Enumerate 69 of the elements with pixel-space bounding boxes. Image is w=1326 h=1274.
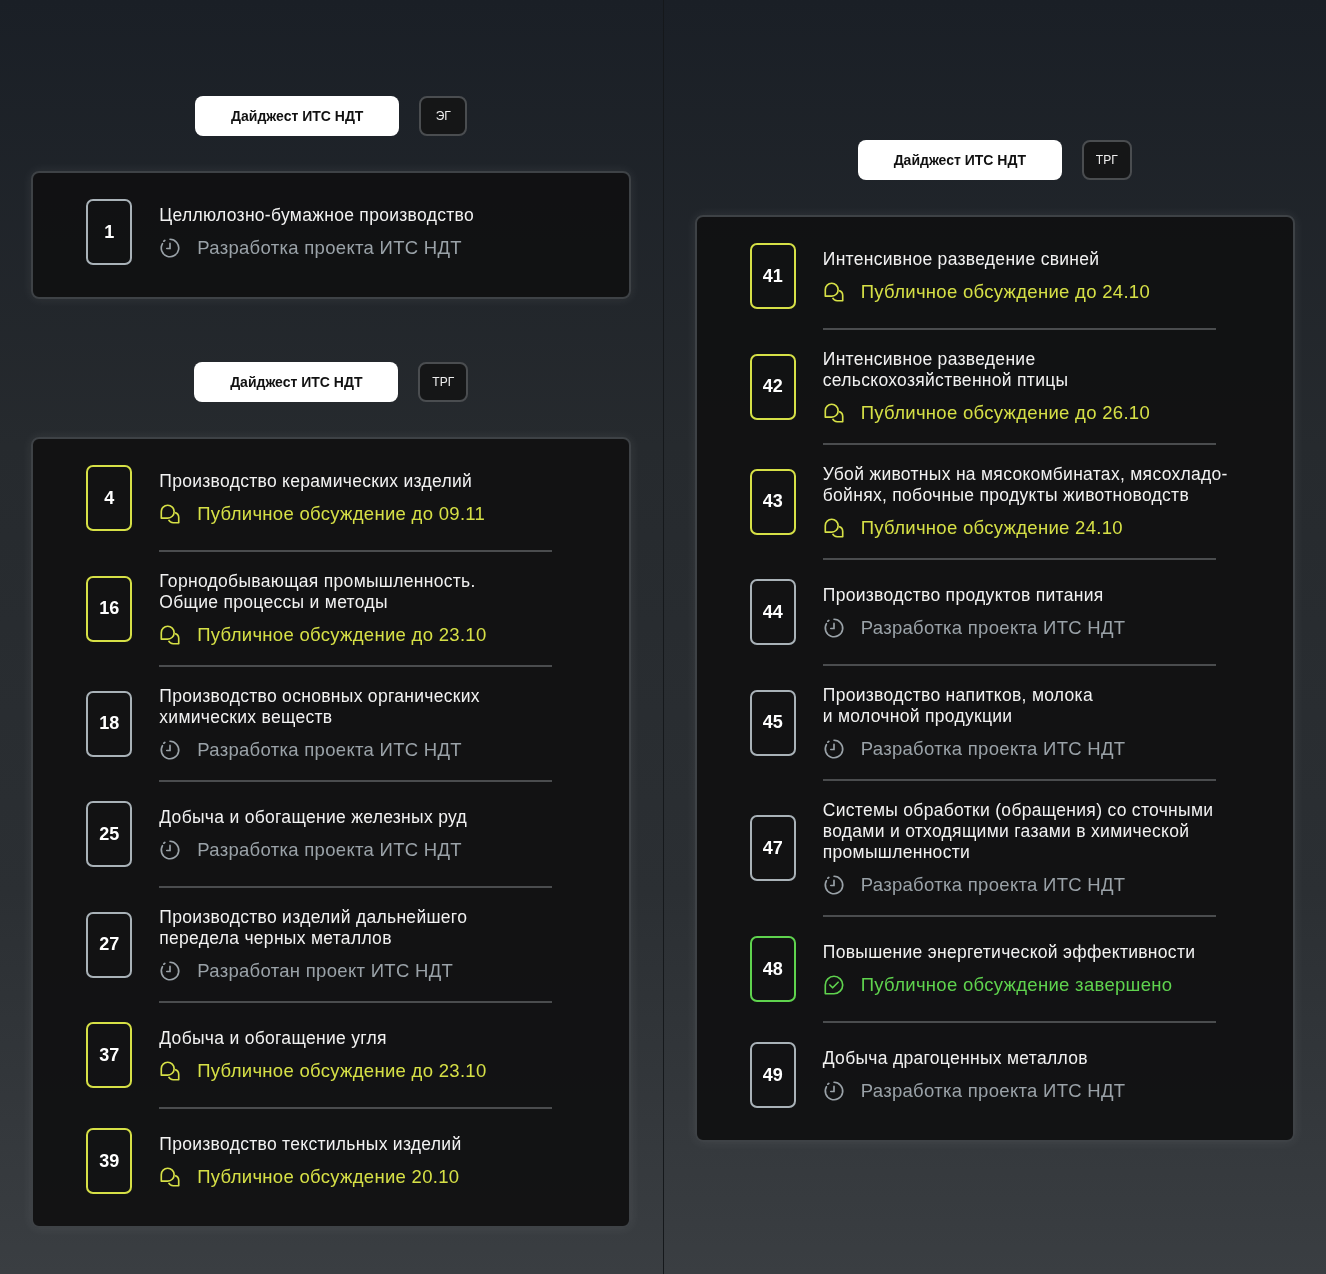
status-text: Публичное обсуждение до 26.10 bbox=[860, 402, 1150, 424]
item-title: Производство керамических изделий bbox=[159, 471, 474, 492]
number-badge: 45 bbox=[749, 689, 796, 756]
clock-icon bbox=[822, 874, 845, 896]
status-text: Разработка проекта ИТС НДТ bbox=[197, 237, 462, 259]
item-title: Добыча драгоценных металлов bbox=[822, 1048, 1089, 1069]
status-text: Разработка проекта ИТС НДТ bbox=[197, 839, 462, 861]
number-badge: 43 bbox=[749, 468, 796, 535]
digest-button[interactable]: Дайджест ИТС НДТ bbox=[195, 96, 400, 136]
status-text: Разработка проекта ИТС НДТ bbox=[197, 739, 462, 761]
clock-icon bbox=[822, 1080, 845, 1102]
chat-icon bbox=[822, 517, 845, 539]
item-title: Производство изделий дальнейшего передела черных металлов bbox=[159, 907, 468, 949]
clock-icon bbox=[159, 839, 182, 861]
status-text: Разработка проекта ИТС НДТ bbox=[860, 874, 1126, 896]
group-tag: ЭГ bbox=[419, 96, 468, 136]
chat-icon bbox=[822, 281, 845, 303]
status-text: Разработан проект ИТС НДТ bbox=[197, 960, 454, 982]
status-text: Публичное обсуждение до 23.10 bbox=[197, 1060, 487, 1082]
clock-icon bbox=[159, 739, 182, 761]
chat-icon bbox=[159, 624, 182, 646]
item-title: Добыча и обогащение угля bbox=[159, 1028, 388, 1049]
status-text: Публичное обсуждение завершено bbox=[860, 974, 1173, 996]
number-badge: 44 bbox=[749, 579, 796, 645]
number-badge: 49 bbox=[749, 1042, 796, 1108]
clock-icon bbox=[159, 237, 182, 259]
item-title: Убой животных на мясокомбинатах, мясохладо- бойнях, побочные продукты животноводств bbox=[822, 464, 1228, 506]
item-title: Добыча и обогащение железных руд bbox=[159, 807, 467, 828]
number-badge: 47 bbox=[749, 815, 796, 881]
status-text: Разработка проекта ИТС НДТ bbox=[860, 738, 1126, 760]
item-title: Целлюлозно-бумажное производство bbox=[159, 205, 474, 226]
item-title: Производство напитков, молока и молочной продукции bbox=[822, 685, 1094, 727]
number-badge: 42 bbox=[749, 353, 796, 420]
number-badge: 48 bbox=[749, 936, 796, 1002]
status-text: Публичное обсуждение 24.10 bbox=[860, 517, 1123, 539]
status-text: Публичное обсуждение до 24.10 bbox=[860, 281, 1150, 303]
number-badge: 39 bbox=[86, 1128, 133, 1194]
status-text: Публичное обсуждение 20.10 bbox=[197, 1166, 460, 1188]
chat-icon bbox=[159, 1166, 182, 1188]
group-tag: ТРГ bbox=[418, 362, 469, 402]
status-text: Разработка проекта ИТС НДТ bbox=[860, 617, 1126, 639]
item-title: Системы обработки (обращения) со сточными водами и отходящими газами в химической промышленности bbox=[822, 800, 1214, 863]
item-title: Интенсивное разведение сельскохозяйственной птицы bbox=[822, 349, 1070, 391]
number-badge: 37 bbox=[86, 1022, 133, 1088]
clock-icon bbox=[822, 738, 845, 760]
clock-icon bbox=[822, 617, 845, 639]
item-title: Производство продуктов питания bbox=[822, 585, 1105, 606]
chat-icon bbox=[159, 503, 182, 525]
item-title: Производство основных органических химических веществ bbox=[159, 686, 480, 728]
status-text: Публичное обсуждение до 09.11 bbox=[197, 503, 486, 525]
number-badge: 25 bbox=[86, 801, 133, 867]
number-badge: 27 bbox=[86, 911, 133, 978]
item-title: Повышение энергетической эффективности bbox=[822, 942, 1196, 963]
chat-icon bbox=[159, 1060, 182, 1082]
group-tag: ТРГ bbox=[1081, 140, 1132, 180]
clock-icon bbox=[159, 960, 182, 982]
number-badge: 1 bbox=[86, 199, 133, 265]
number-badge: 16 bbox=[86, 575, 133, 642]
digest-button[interactable]: Дайджест ИТС НДТ bbox=[857, 140, 1062, 180]
number-badge: 4 bbox=[86, 465, 133, 531]
number-badge: 41 bbox=[749, 243, 796, 309]
status-text: Разработка проекта ИТС НДТ bbox=[860, 1080, 1126, 1102]
item-title: Горнодобывающая промышленность. Общие процессы и методы bbox=[159, 571, 477, 613]
chat-icon bbox=[822, 402, 845, 424]
item-title: Производство текстильных изделий bbox=[159, 1134, 462, 1155]
status-text: Публичное обсуждение до 23.10 bbox=[197, 624, 487, 646]
number-badge: 18 bbox=[86, 690, 133, 757]
digest-button[interactable]: Дайджест ИТС НДТ bbox=[194, 362, 399, 402]
item-title: Интенсивное разведение свиней bbox=[822, 249, 1101, 270]
